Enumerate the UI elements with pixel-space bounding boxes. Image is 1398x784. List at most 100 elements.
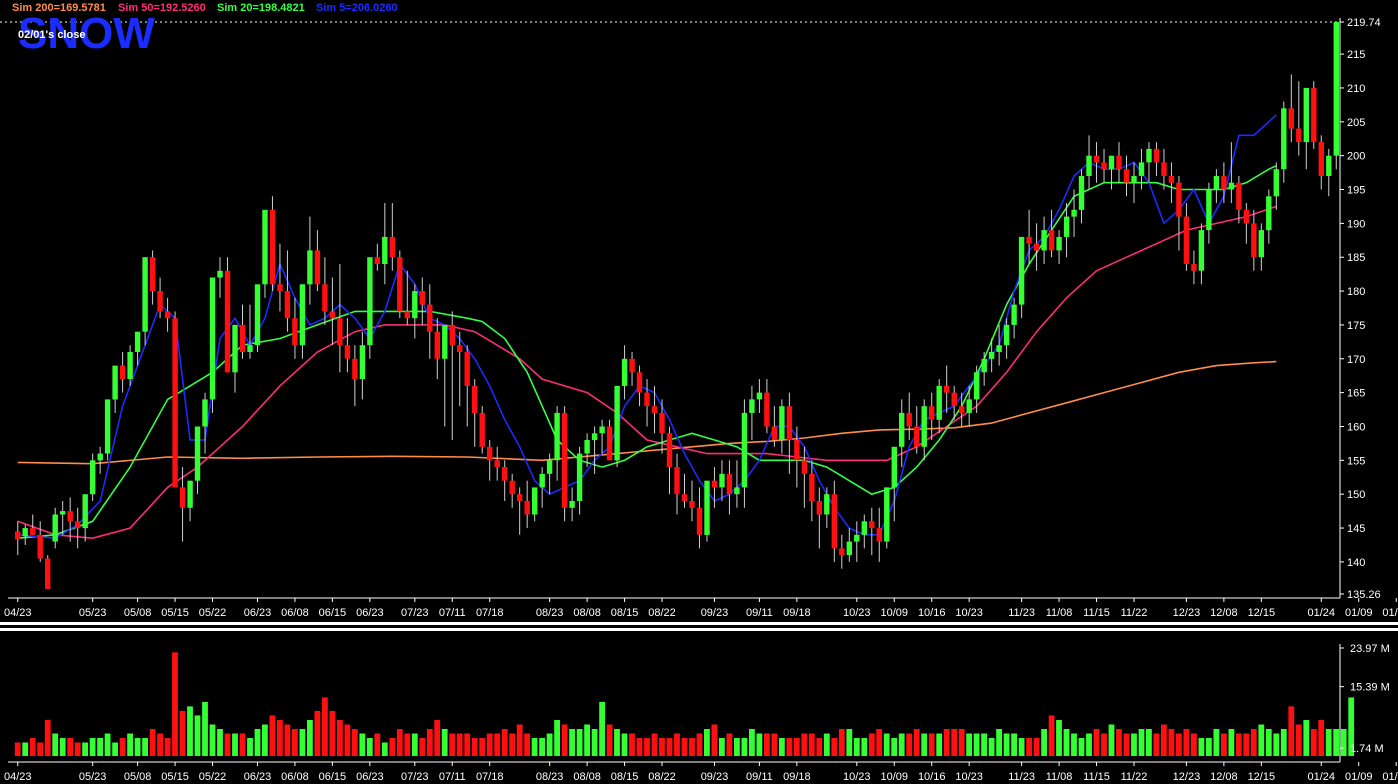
volume-bar [1183, 729, 1190, 756]
candle-body [1228, 182, 1235, 190]
candle-body [1056, 236, 1062, 251]
date-tick-label: 06/23 [356, 607, 384, 619]
candle-body [1063, 216, 1070, 237]
candle-body [172, 318, 178, 488]
volume-bar [861, 738, 868, 756]
volume-bar [254, 729, 261, 756]
volume-bar [1011, 733, 1017, 756]
volume-date-tick-label: 07/23 [401, 771, 429, 783]
date-tick-label: 10/16 [918, 607, 946, 619]
candle-body [1026, 236, 1032, 244]
volume-bar [966, 733, 972, 756]
volume-date-tick-label: 07/11 [439, 771, 466, 783]
date-tick-label: 12/08 [1210, 607, 1238, 619]
candle-body [816, 501, 822, 515]
candle-body [472, 385, 478, 413]
volume-bar [801, 733, 808, 756]
candle-body [659, 412, 665, 434]
volume-bar [344, 724, 351, 756]
volume-bar [1071, 733, 1077, 756]
candle-body [434, 331, 440, 359]
candle-body [546, 460, 553, 474]
volume-bar [351, 729, 358, 756]
candle-body [929, 406, 935, 420]
volume-bar [374, 733, 381, 756]
candle-body [854, 534, 860, 542]
volume-bar [134, 738, 141, 756]
volume-bar [711, 724, 718, 756]
price-tick-label: 185 [1347, 252, 1365, 264]
volume-bar [883, 733, 890, 756]
candle-body [1033, 243, 1040, 251]
candle-body [614, 385, 620, 461]
volume-bar [816, 738, 823, 756]
volume-bar [1303, 720, 1310, 756]
candle-body [157, 291, 163, 312]
candle-body [794, 440, 800, 461]
candle-body [247, 345, 253, 352]
volume-bar [1280, 729, 1287, 756]
candle-body [1161, 162, 1167, 176]
candle-body [591, 433, 598, 441]
volume-bar [1288, 706, 1295, 756]
candle-body [1326, 155, 1332, 176]
candle-body [741, 412, 748, 488]
date-tick-label: 07/18 [476, 607, 504, 619]
volume-bar [749, 729, 755, 756]
date-tick-label: 10/23 [843, 607, 871, 619]
date-tick-label: 10/09 [880, 607, 908, 619]
volume-bar [614, 729, 620, 756]
candle-body [561, 412, 568, 508]
candle-body [884, 487, 890, 542]
candle-body [97, 453, 103, 461]
volume-bar [329, 710, 336, 756]
volume-bar [554, 720, 560, 756]
volume-bar [689, 738, 695, 756]
panel-separator-bottom [0, 628, 1398, 631]
volume-date-tick-label: 08/22 [648, 771, 676, 783]
volume-bar [891, 738, 898, 756]
candle-body [681, 494, 688, 501]
volume-bar [59, 738, 66, 756]
volume-bar [1026, 738, 1032, 756]
date-tick-label: 09/18 [783, 607, 811, 619]
volume-bar [823, 733, 830, 756]
date-tick-label: 06/08 [281, 607, 309, 619]
volume-bar [561, 724, 568, 756]
volume-bar [292, 729, 298, 756]
volume-bar [1108, 724, 1115, 756]
volume-bar [1093, 729, 1100, 756]
candle-body [524, 501, 530, 515]
volume-bar [516, 724, 523, 756]
volume-bar [411, 733, 418, 756]
volume-date-tick-label: 07/18 [476, 771, 504, 783]
volume-bar [719, 738, 725, 756]
volume-bar [636, 738, 643, 756]
price-tick-label: 195 [1347, 185, 1365, 197]
volume-date-tick-label: 01/17 [1382, 771, 1398, 783]
candle-body [1191, 264, 1197, 271]
volume-bar [1131, 733, 1137, 756]
volume-bar [337, 720, 343, 756]
price-tick-label: 215 [1347, 49, 1365, 61]
chart-background [0, 0, 1398, 784]
candle-body [1108, 155, 1115, 170]
volume-bar [479, 738, 486, 756]
volume-bar [202, 701, 208, 756]
volume-bar [389, 738, 396, 756]
candle-body [1281, 108, 1287, 170]
volume-bar [52, 733, 59, 756]
volume-bar [1063, 729, 1070, 756]
candle-body [1213, 176, 1220, 190]
candle-body [689, 501, 695, 508]
date-tick-label: 11/23 [1008, 607, 1035, 619]
candle-body [1146, 148, 1152, 163]
candle-body [951, 392, 957, 407]
candle-body [576, 453, 583, 501]
candle-body [389, 236, 395, 258]
candle-body [756, 392, 763, 400]
volume-bar [569, 729, 575, 756]
volume-bar [1243, 733, 1250, 756]
candle-body [1296, 128, 1302, 143]
candle-body [1266, 196, 1272, 231]
